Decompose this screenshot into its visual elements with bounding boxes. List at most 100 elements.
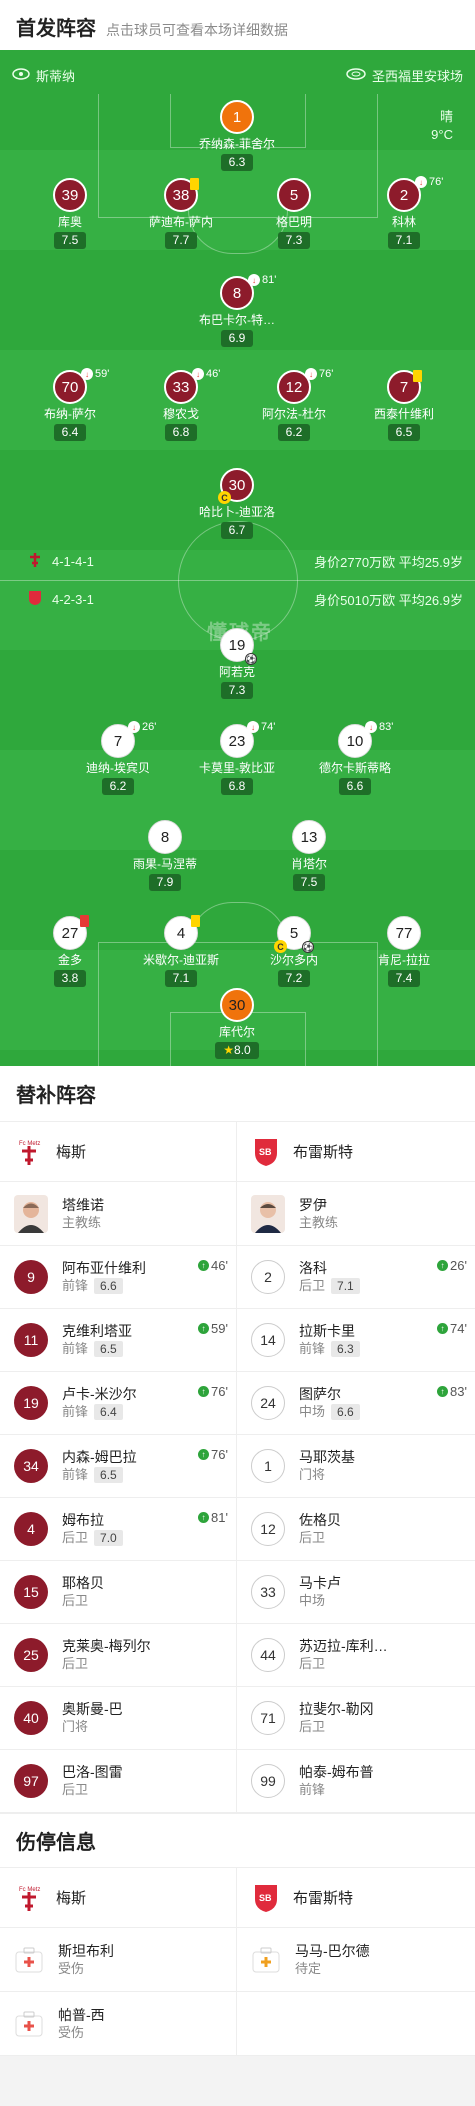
sub-in-indicator: ↑ 81': [198, 1510, 228, 1525]
sub-player-row[interactable]: 2 洛科 后卫 7.1 ↑ 26': [237, 1246, 475, 1309]
home-player-30[interactable]: 30 C 哈比卜-迪亚洛 6.7: [177, 468, 297, 539]
sub-player-row[interactable]: 19 卢卡-米沙尔 前锋 6.4 ↑ 76': [0, 1372, 236, 1435]
medical-kit-icon: [14, 2009, 44, 2039]
sub-out-indicator: ↓ 76': [415, 176, 443, 188]
sub-player-row[interactable]: 15 耶格贝 后卫: [0, 1561, 236, 1624]
injury-row[interactable]: 马马-巴尔德 待定: [237, 1928, 475, 1992]
home-coach[interactable]: 塔维诺 主教练: [0, 1182, 236, 1246]
goal-ball-icon: ⚽: [302, 941, 314, 953]
sub-minute: 74': [261, 721, 276, 733]
player-position-row: 门将: [299, 1466, 355, 1484]
home-team-header[interactable]: Fc Metz 梅斯: [0, 1122, 236, 1182]
injuries-section: 伤停信息 Fc Metz 梅斯 斯坦布利 受伤 帕普-西 受伤 SB 布雷斯特 马马-…: [0, 1813, 475, 2056]
sub-player-row[interactable]: 25 克莱奥-梅列尔 后卫: [0, 1624, 236, 1687]
injury-row[interactable]: 帕普-西 受伤: [0, 1992, 236, 2056]
sub-player-row[interactable]: 14 拉斯卡里 前锋 6.3 ↑ 74': [237, 1309, 475, 1372]
injury-status: 待定: [295, 1960, 322, 1976]
player-name: 马耶茨基: [299, 1449, 355, 1465]
player-number: 30: [228, 476, 246, 494]
away-player-77[interactable]: 77 肯尼-拉拉 7.4: [344, 916, 464, 987]
away-coach[interactable]: 罗伊 主教练: [237, 1182, 475, 1246]
player-number: 99: [251, 1764, 285, 1798]
away-team-header[interactable]: SB 布雷斯特: [237, 1868, 475, 1928]
home-player-39[interactable]: 39 库奥 7.5: [10, 178, 130, 249]
player-position-row: 后卫: [62, 1655, 151, 1673]
away-formation-row: 4-2-3-1 身价5010万欧 平均26.9岁: [0, 590, 475, 609]
player-number: 70: [61, 378, 79, 396]
sub-player-row[interactable]: 24 图萨尔 中场 6.6 ↑ 83': [237, 1372, 475, 1435]
player-number: 27: [61, 924, 79, 942]
player-position: 后卫: [62, 1530, 89, 1545]
away-player-23[interactable]: 23 ↓ 74' 卡莫里-敦比亚 6.8: [177, 721, 297, 795]
player-number: 5: [277, 178, 311, 212]
away-player-10[interactable]: 10 ↓ 83' 德尔卡斯蒂略 6.6: [295, 721, 415, 795]
medical-kit-icon: [251, 1945, 281, 1975]
away-player-19[interactable]: 19 ⚽ 阿若克 7.3: [177, 628, 297, 699]
sub-player-row[interactable]: 97 巴洛-图雷 后卫: [0, 1750, 236, 1813]
home-player-7[interactable]: 7 西泰什维利 6.5: [344, 370, 464, 441]
player-name: 佐格贝: [299, 1512, 341, 1528]
home-team-name: 梅斯: [56, 1890, 87, 1907]
sub-minute: 81': [262, 274, 277, 286]
player-number: 12: [251, 1512, 285, 1546]
player-rating: 6.8: [220, 778, 254, 795]
player-position: 前锋: [62, 1467, 89, 1482]
sub-out-icon: ↓: [248, 274, 260, 286]
sub-player-row[interactable]: 40 奥斯曼-巴 门将: [0, 1687, 236, 1750]
coach-avatar: [14, 1194, 48, 1233]
home-injuries-column: Fc Metz 梅斯 斯坦布利 受伤 帕普-西 受伤: [0, 1868, 237, 2056]
home-player-1[interactable]: 1 乔纳森-菲舍尔 6.3: [177, 100, 297, 171]
player-position: 前锋: [62, 1278, 89, 1293]
home-player-70[interactable]: 70 ↓ 59' 布纳-萨尔 6.4: [10, 368, 130, 441]
player-number: 1: [251, 1449, 285, 1483]
away-player-30[interactable]: 30 库代尔 ★8.0: [177, 988, 297, 1059]
player-position-row: 后卫 7.0: [62, 1529, 123, 1547]
away-team-header[interactable]: SB 布雷斯特: [237, 1122, 475, 1182]
home-formation: 4-1-4-1: [52, 554, 94, 569]
svg-text:SB: SB: [259, 1147, 272, 1157]
whistle-icon: [12, 67, 30, 83]
home-player-2[interactable]: 2 ↓ 76' 科林 7.1: [344, 176, 464, 249]
away-player-7[interactable]: 7 ↓ 26' 迪纳-埃宾贝 6.2: [58, 721, 178, 795]
away-player-5[interactable]: 5 C ⚽ 沙尔多内 7.2: [234, 916, 354, 987]
player-rating: 6.9: [220, 330, 254, 347]
home-player-33[interactable]: 33 ↓ 46' 穆农戈 6.8: [121, 368, 241, 441]
sub-minute: 59': [211, 1321, 228, 1336]
away-player-8[interactable]: 8 雨果-马涅蒂 7.9: [105, 820, 225, 891]
away-injuries-column: SB 布雷斯特 马马-巴尔德 待定: [237, 1868, 475, 2056]
sub-out-indicator: ↓ 83': [365, 721, 393, 733]
home-player-12[interactable]: 12 ↓ 76' 阿尔法-杜尔 6.2: [234, 368, 354, 441]
home-team-header[interactable]: Fc Metz 梅斯: [0, 1868, 236, 1928]
home-subs-column: Fc Metz 梅斯 塔维诺 主教练 9 阿布亚什维利 前锋 6.6 ↑ 46' 11 克维利…: [0, 1122, 237, 1813]
sub-player-row[interactable]: 9 阿布亚什维利 前锋 6.6 ↑ 46': [0, 1246, 236, 1309]
injury-row[interactable]: 斯坦布利 受伤: [0, 1928, 236, 1992]
sub-player-row[interactable]: 11 克维利塔亚 前锋 6.5 ↑ 59': [0, 1309, 236, 1372]
sub-player-row[interactable]: 71 拉斐尔-勒冈 后卫: [237, 1687, 475, 1750]
player-name: 阿尔法-杜尔: [262, 407, 326, 421]
home-player-5[interactable]: 5 格巴明 7.3: [234, 178, 354, 249]
player-rating: 6.2: [101, 778, 135, 795]
player-name: 布纳-萨尔: [44, 407, 96, 421]
sub-player-row[interactable]: 4 姆布拉 后卫 7.0 ↑ 81': [0, 1498, 236, 1561]
player-position: 后卫: [62, 1782, 89, 1797]
away-player-27[interactable]: 27 金多 3.8: [10, 915, 130, 987]
sub-player-row[interactable]: 12 佐格贝 后卫: [237, 1498, 475, 1561]
sub-player-row[interactable]: 99 帕泰-姆布普 前锋: [237, 1750, 475, 1813]
player-rating: 7.5: [292, 874, 326, 891]
player-number: 7: [113, 732, 123, 750]
home-player-38[interactable]: 38 萨迪布-萨内 7.7: [121, 178, 241, 249]
home-player-8[interactable]: 8 ↓ 81' 布巴卡尔-特… 6.9: [177, 274, 297, 347]
player-rating: 6.7: [220, 522, 254, 539]
player-rating: 7.0: [94, 1530, 123, 1546]
sub-player-row[interactable]: 33 马卡卢 中场: [237, 1561, 475, 1624]
away-player-4[interactable]: 4 米歇尔-迪亚斯 7.1: [121, 915, 241, 987]
sub-player-row[interactable]: 1 马耶茨基 门将: [237, 1435, 475, 1498]
coach-name: 塔维诺: [62, 1196, 104, 1213]
sub-player-row[interactable]: 34 内森-姆巴拉 前锋 6.5 ↑ 76': [0, 1435, 236, 1498]
player-name: 拉斯卡里: [299, 1323, 355, 1339]
player-position-row: 后卫: [299, 1655, 388, 1673]
player-number: 1: [220, 100, 254, 134]
sub-out-indicator: ↓ 81': [248, 274, 276, 286]
sub-player-row[interactable]: 44 苏迈拉-库利… 后卫: [237, 1624, 475, 1687]
away-player-13[interactable]: 13 肖塔尔 7.5: [249, 820, 369, 891]
